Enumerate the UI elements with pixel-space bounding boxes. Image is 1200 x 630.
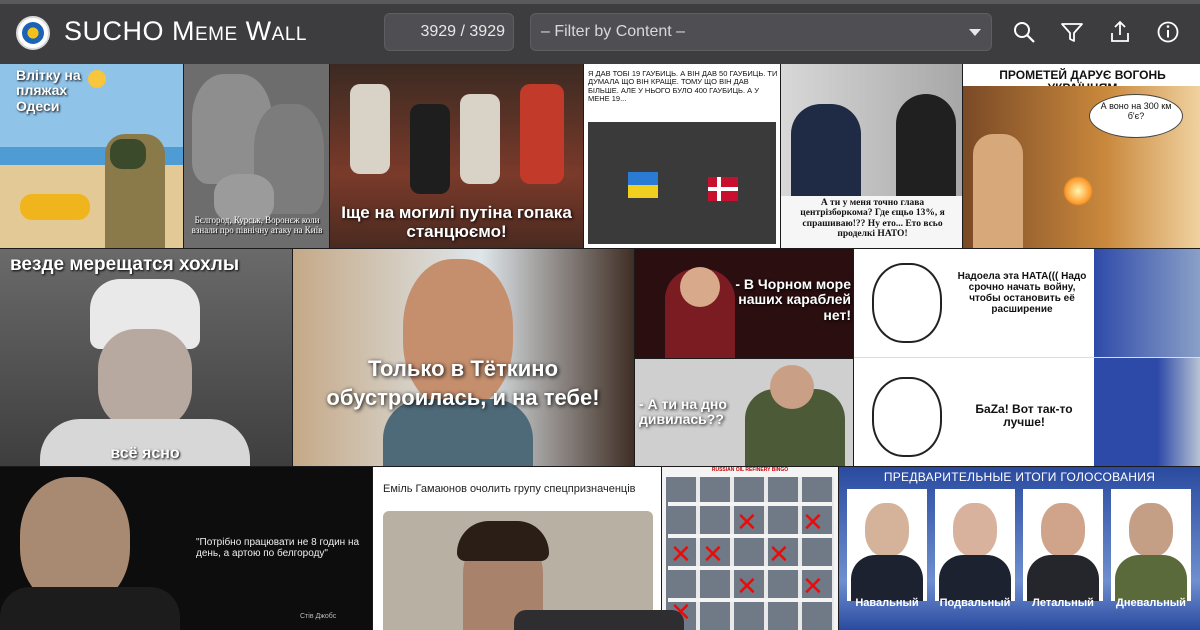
sucho-logo-icon[interactable] <box>16 16 50 50</box>
meme-tile[interactable]: Я ДАВ ТОБІ 19 ГАУБИЦЬ. А ВІН ДАВ 50 ГАУБ… <box>584 64 780 248</box>
filter-icon[interactable] <box>1058 18 1086 46</box>
meme-caption: Влітку на пляжах Одеси <box>16 67 81 114</box>
candidate-name: Дневальный <box>1116 597 1186 609</box>
meme-tile[interactable]: RUSSIAN OIL REFINERY BINGO ✕ ✕ ✕ ✕ ✕ ✕ ✕… <box>662 467 838 630</box>
cross-mark-icon: ✕ <box>670 539 692 569</box>
meme-caption: - А ти на дно дивилась?? <box>639 396 727 428</box>
candidate-name: Подвальный <box>939 597 1011 609</box>
meme-tile[interactable]: ПРЕДВАРИТЕЛЬНЫЕ ИТОГИ ГОЛОСОВАНИЯ Наваль… <box>839 467 1200 630</box>
movie-still <box>588 122 776 244</box>
candidate-photo <box>1023 489 1103 601</box>
meme-caption: Бєлгород, Курськ, Воронєж коли взнали пр… <box>191 215 323 235</box>
meme-tile[interactable]: Іще на могилі путіна гопака станцюємо! <box>330 64 583 248</box>
meme-tile[interactable]: Влітку на пляжах Одеси <box>0 64 183 248</box>
candidate-photo <box>847 489 927 601</box>
meme-caption-bottom: всё ясно <box>110 445 180 462</box>
fire-icon <box>1063 176 1093 206</box>
cross-mark-icon: ✕ <box>702 539 724 569</box>
floating-toolbar[interactable] <box>514 610 684 630</box>
meme-caption-top: Надоела эта НАТА((( Надо срочно начать в… <box>957 271 1087 315</box>
dancer-figure <box>350 84 390 174</box>
wojak-crying-drawing <box>872 263 942 343</box>
meme-tile[interactable]: - А ти на дно дивилась?? <box>635 359 853 466</box>
content-filter-select[interactable]: – Filter by Content – <box>530 13 992 51</box>
meme-tile[interactable]: Бєлгород, Курськ, Воронєж коли взнали пр… <box>184 64 329 248</box>
meme-caption: Только в Тёткино обустроилась, и на тебе… <box>326 356 600 410</box>
meme-tile[interactable]: - В Чорном море наших караблей нет! <box>635 249 853 358</box>
meme-quote: "Потрібно працювати не 8 годин на день, … <box>196 537 360 559</box>
corn-image <box>20 194 90 220</box>
chevron-down-icon <box>969 29 981 36</box>
meme-caption: Іще на могилі путіна гопака станцюємо! <box>341 203 572 241</box>
meme-caption: Я ДАВ ТОБІ 19 ГАУБИЦЬ. А ВІН ДАВ 50 ГАУБ… <box>588 69 778 103</box>
candidate-name: Летальный <box>1032 597 1094 609</box>
candidate-photo <box>935 489 1015 601</box>
meme-caption: - В Чорном море наших караблей нет! <box>735 276 851 323</box>
denmark-flag <box>708 177 738 201</box>
candidate-name: Навальный <box>855 597 919 609</box>
cross-mark-icon: ✕ <box>802 571 824 601</box>
item-counter[interactable]: 3929 / 3929 <box>384 13 514 51</box>
meme-tile[interactable]: Надоела эта НАТА((( Надо срочно начать в… <box>854 249 1200 466</box>
share-icon[interactable] <box>1106 18 1134 46</box>
meme-tile[interactable]: А ти у меня точно глава центрізборкома? … <box>781 64 962 248</box>
meme-caption-bottom: БаZa! Вот так-то лучше! <box>975 402 1073 430</box>
cross-mark-icon: ✕ <box>736 571 758 601</box>
search-icon[interactable] <box>1010 18 1038 46</box>
speech-bubble-text: А воно на 300 км б'є? <box>1100 101 1172 121</box>
meme-tile[interactable]: "Потрібно працювати не 8 годин на день, … <box>0 467 372 630</box>
meme-caption: Еміль Гамаюнов очолить групу спецпризнач… <box>383 483 636 495</box>
meme-tile[interactable]: везде мерещатся хохлы всё ясно <box>0 249 292 466</box>
meme-title: RUSSIAN OIL REFINERY BINGO <box>711 467 789 473</box>
map-nato <box>1094 249 1200 357</box>
wojak-drawing <box>872 377 942 457</box>
meme-tile[interactable]: Только в Тёткино обустроилась, и на тебе… <box>293 249 634 466</box>
candidate-photo <box>1111 489 1191 601</box>
cross-mark-icon: ✕ <box>802 507 824 537</box>
photo <box>781 64 962 196</box>
meme-tile[interactable]: Еміль Гамаюнов очолить групу спецпризнач… <box>373 467 661 630</box>
cross-mark-icon: ✕ <box>768 539 790 569</box>
cross-mark-icon: ✕ <box>736 507 758 537</box>
meme-caption: А ти у меня точно глава центрізборкома? … <box>800 198 945 240</box>
meme-caption-top: везде мерещатся хохлы <box>10 254 240 275</box>
meme-quote-author: Стів Джобс <box>300 613 337 620</box>
meme-tile[interactable]: ПРОМЕТЕЙ ДАРУЄ ВОГОНЬ УКРАЇНЦЯМ А воно н… <box>963 64 1200 248</box>
info-icon[interactable] <box>1154 18 1182 46</box>
meme-title: ПРЕДВАРИТЕЛЬНЫЕ ИТОГИ ГОЛОСОВАНИЯ <box>883 470 1156 484</box>
filter-select-value: – Filter by Content – <box>541 23 686 40</box>
face <box>98 329 192 429</box>
ukraine-flag <box>628 172 658 198</box>
top-bar: SUCHO Meme Wall 3929 / 3929 – Filter by … <box>0 0 1200 64</box>
map-nato-expanded <box>1094 358 1200 466</box>
app-title: SUCHO Meme Wall <box>64 16 307 46</box>
